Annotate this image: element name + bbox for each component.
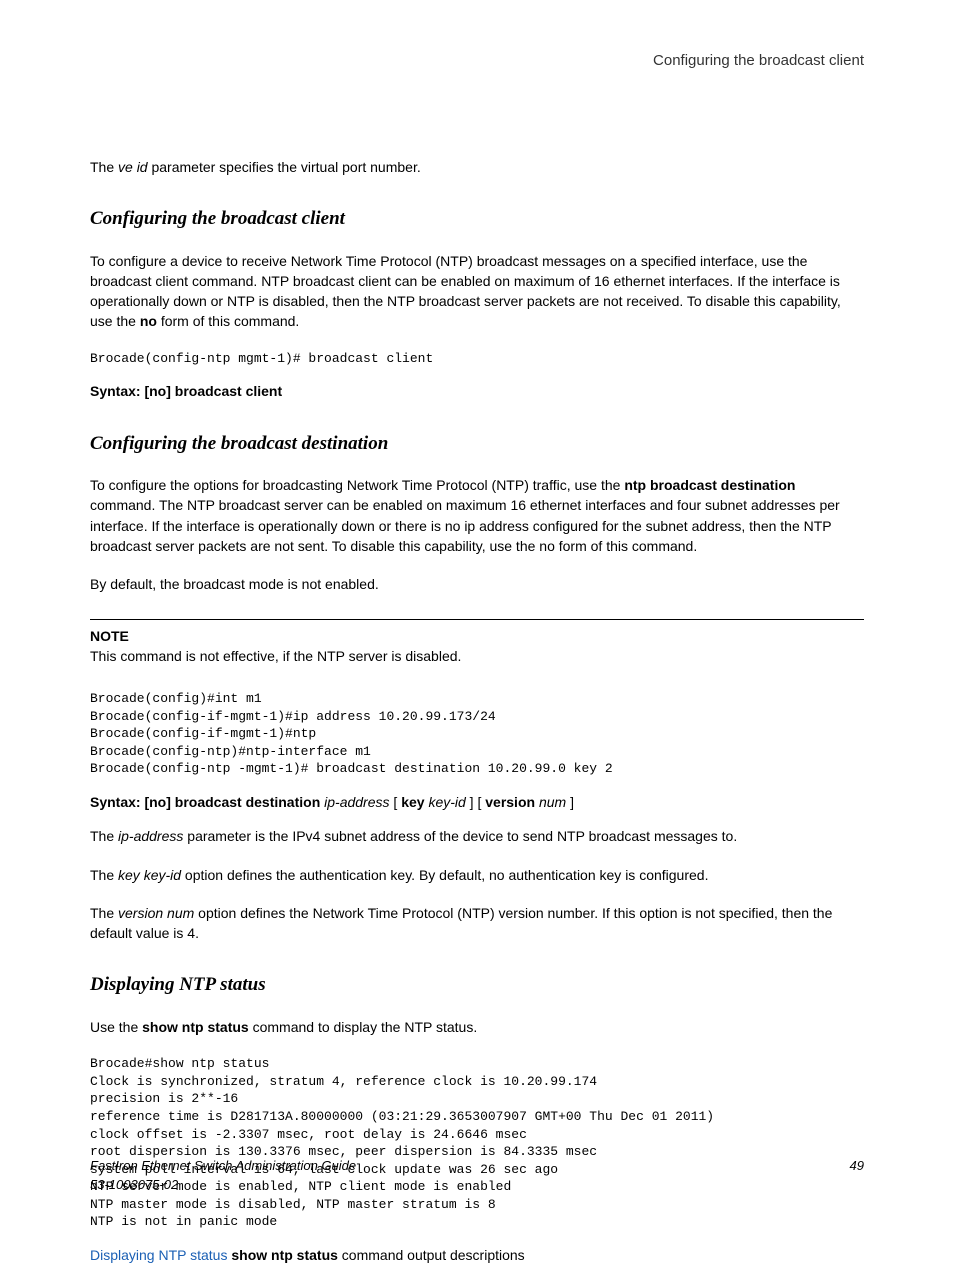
heading-broadcast-client: Configuring the broadcast client [90, 205, 864, 233]
code-broadcast-destination: Brocade(config)#int m1 Brocade(config-if… [90, 690, 864, 778]
text: parameter specifies the virtual port num… [148, 159, 421, 175]
param-ip-address: ip-address [118, 828, 183, 844]
param-ve-id: ve id [118, 159, 148, 175]
note-divider [90, 619, 864, 620]
note-body: This command is not effective, if the NT… [90, 646, 864, 666]
param-num: num [539, 794, 566, 810]
ip-address-description: The ip-address parameter is the IPv4 sub… [90, 826, 864, 846]
text: The [90, 159, 118, 175]
footer-doc-number: 53-1003075-02 [90, 1176, 864, 1195]
param-key-id: key-id [428, 794, 465, 810]
ntp-status-description: Use the show ntp status command to displ… [90, 1017, 864, 1037]
text: option defines the Network Time Protocol… [90, 905, 832, 941]
text: The [90, 828, 118, 844]
param-version-num: version num [118, 905, 194, 921]
footer-doc-title: FastIron Ethernet Switch Administration … [90, 1157, 356, 1176]
text: option defines the authentication key. B… [181, 867, 708, 883]
page-number: 49 [850, 1157, 864, 1176]
text: [ [390, 794, 402, 810]
cmd-ntp-broadcast-destination: ntp broadcast destination [624, 477, 795, 493]
text: ] [ [466, 794, 485, 810]
code-broadcast-client: Brocade(config-ntp mgmt-1)# broadcast cl… [90, 350, 864, 368]
keyword-key: key [401, 794, 424, 810]
syntax-prefix: Syntax: [no] broadcast destination [90, 794, 324, 810]
running-header: Configuring the broadcast client [90, 50, 864, 72]
intro-paragraph: The ve id parameter specifies the virtua… [90, 157, 864, 177]
param-key-keyid: key key-id [118, 867, 181, 883]
cmd-show-ntp-status: show ntp status [142, 1019, 249, 1035]
broadcast-client-description: To configure a device to receive Network… [90, 251, 864, 332]
text: form of this command. [157, 313, 299, 329]
text: To configure the options for broadcastin… [90, 477, 624, 493]
note-block: NOTE This command is not effective, if t… [90, 626, 864, 667]
syntax-broadcast-client: Syntax: [no] broadcast client [90, 381, 864, 401]
text: The [90, 867, 118, 883]
version-num-description: The version num option defines the Netwo… [90, 903, 864, 944]
cmd-show-ntp-status: show ntp status [227, 1247, 337, 1263]
heading-broadcast-destination: Configuring the broadcast destination [90, 430, 864, 458]
syntax-text: Syntax: [no] broadcast client [90, 383, 282, 399]
text: The [90, 905, 118, 921]
text: parameter is the IPv4 subnet address of … [183, 828, 737, 844]
output-descriptions-ref: Displaying NTP status show ntp status co… [90, 1245, 864, 1265]
default-mode-note: By default, the broadcast mode is not en… [90, 574, 864, 594]
syntax-broadcast-destination: Syntax: [no] broadcast destination ip-ad… [90, 792, 864, 812]
broadcast-destination-description: To configure the options for broadcastin… [90, 475, 864, 556]
page-footer: FastIron Ethernet Switch Administration … [90, 1157, 864, 1195]
text: ] [566, 794, 574, 810]
link-displaying-ntp-status[interactable]: Displaying NTP status [90, 1247, 227, 1263]
key-keyid-description: The key key-id option defines the authen… [90, 865, 864, 885]
heading-displaying-ntp-status: Displaying NTP status [90, 971, 864, 999]
keyword-version: version [485, 794, 535, 810]
text: command output descriptions [338, 1247, 525, 1263]
param-ip-address: ip-address [324, 794, 389, 810]
code-ntp-status-output: Brocade#show ntp status Clock is synchro… [90, 1055, 864, 1230]
keyword-no: no [140, 313, 157, 329]
note-label: NOTE [90, 626, 864, 646]
text: Use the [90, 1019, 142, 1035]
text: command. The NTP broadcast server can be… [90, 497, 840, 554]
text: command to display the NTP status. [249, 1019, 478, 1035]
